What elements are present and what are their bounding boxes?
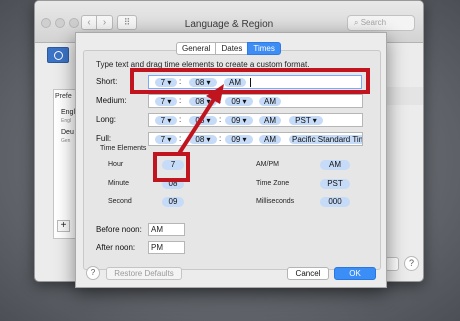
drag-arrow-icon bbox=[178, 84, 224, 154]
